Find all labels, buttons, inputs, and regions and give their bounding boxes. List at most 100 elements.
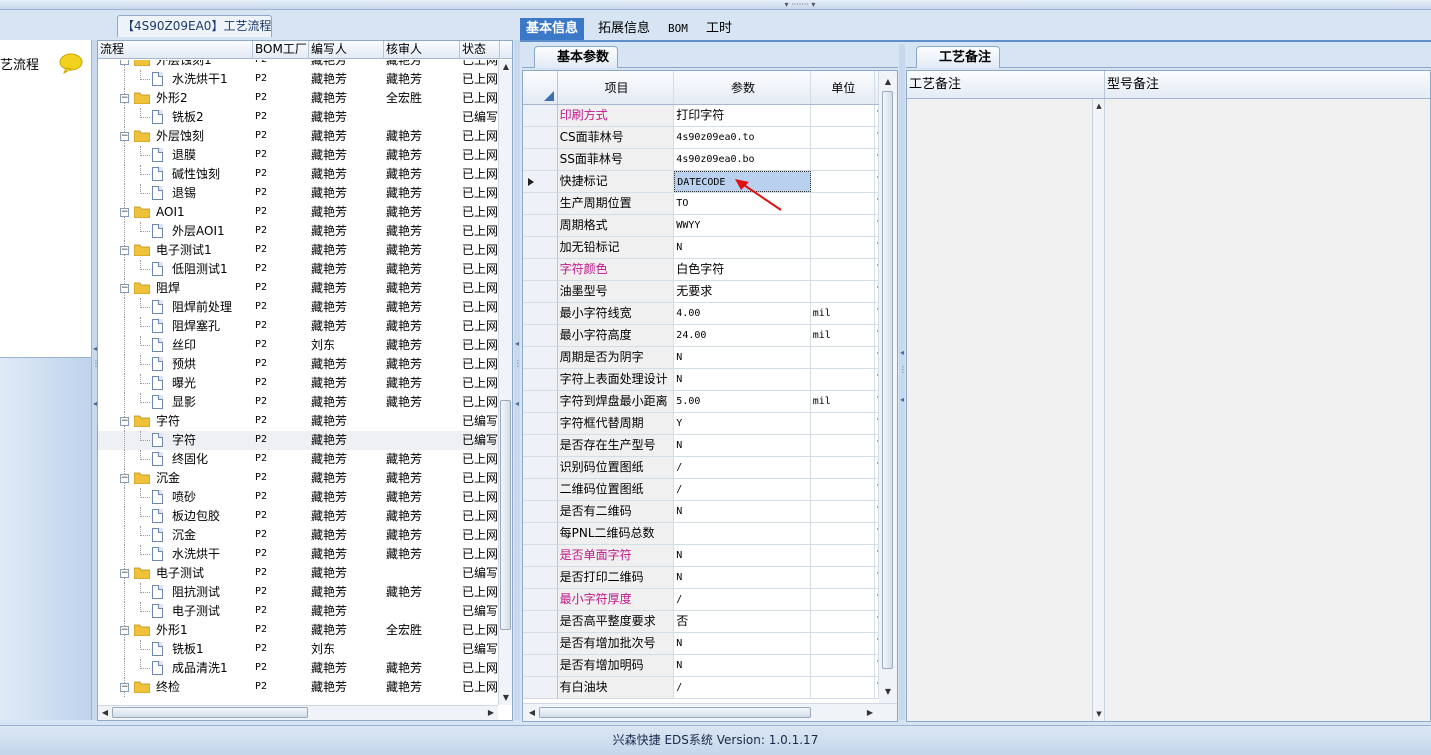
tree-node[interactable]: 铣板1 xyxy=(98,640,253,659)
param-value[interactable]: N xyxy=(674,567,811,588)
collapse-icon[interactable]: − xyxy=(120,626,129,635)
tree-horizontal-scrollbar[interactable]: ◀ ▶ xyxy=(98,705,498,720)
tree-node[interactable]: 电子测试 xyxy=(98,602,253,621)
tree-node[interactable]: 成品清洗1 xyxy=(98,659,253,678)
tree-row[interactable]: −外层蚀刻1P2藏艳芳藏艳芳已上网 xyxy=(98,60,498,70)
tab-basic-info[interactable]: 基本信息 xyxy=(520,18,585,40)
param-row[interactable]: 二维码位置图纸/Y xyxy=(523,479,879,501)
param-row[interactable]: 油墨型号无要求Y xyxy=(523,281,879,303)
param-value[interactable]: 4s90z09ea0.bo xyxy=(674,149,811,170)
tree-node[interactable]: − 沉金 xyxy=(98,469,253,488)
param-row[interactable]: 字符框代替周期YY xyxy=(523,413,879,435)
splitter-grip-icon[interactable]: ▾ ‧‧‧‧‧‧‧ ▾ xyxy=(770,1,830,9)
tree-node[interactable]: − 电子测试 xyxy=(98,564,253,583)
tree-row[interactable]: − 字符 P2 藏艳芳 已编写 xyxy=(98,412,498,431)
row-indicator[interactable] xyxy=(523,655,558,676)
tree-node[interactable]: − 终检 xyxy=(98,678,253,697)
param-value[interactable]: 5.00 xyxy=(674,391,811,412)
param-row[interactable]: 是否存在生产型号NY xyxy=(523,435,879,457)
tree-row[interactable]: − 电子测试1 P2 藏艳芳 藏艳芳 已上网 xyxy=(98,241,498,260)
middle-splitter[interactable]: ◂ ⋮ ◂ xyxy=(514,40,522,720)
tree-node[interactable]: 显影 xyxy=(98,393,253,412)
row-indicator[interactable] xyxy=(523,435,558,456)
tree-row[interactable]: − AOI1 P2 藏艳芳 藏艳芳 已上网 xyxy=(98,203,498,222)
tree-node[interactable]: 水洗烘干1 xyxy=(98,70,253,89)
param-value[interactable]: N xyxy=(674,655,811,676)
param-horizontal-scrollbar[interactable]: ◀ ▶ xyxy=(523,703,897,721)
row-indicator[interactable] xyxy=(523,149,558,170)
tree-row[interactable]: 喷砂 P2 藏艳芳 藏艳芳 已上网 xyxy=(98,488,498,507)
col-header-process-notes[interactable]: 工艺备注 xyxy=(907,71,1105,98)
process-notes-area[interactable] xyxy=(907,99,1093,721)
param-row[interactable]: 是否单面字符NY xyxy=(523,545,879,567)
param-value[interactable]: N xyxy=(674,369,811,390)
model-notes-area[interactable] xyxy=(1105,99,1430,721)
param-row[interactable]: 是否有二维码NY xyxy=(523,501,879,523)
param-row[interactable]: 字符颜色白色字符Y xyxy=(523,259,879,281)
tree-node[interactable]: 丝印 xyxy=(98,336,253,355)
row-indicator[interactable] xyxy=(523,127,558,148)
tree-node[interactable]: − 电子测试1 xyxy=(98,241,253,260)
row-indicator[interactable] xyxy=(523,479,558,500)
collapse-icon[interactable]: − xyxy=(120,60,129,65)
param-row[interactable]: 是否打印二维码NY xyxy=(523,567,879,589)
param-row[interactable]: 加无铅标记NY xyxy=(523,237,879,259)
tree-node[interactable]: 外层AOI1 xyxy=(98,222,253,241)
param-row[interactable]: 快捷标记DATECODEY xyxy=(523,171,879,193)
tree-node[interactable]: − 字符 xyxy=(98,412,253,431)
param-value[interactable]: WWYY xyxy=(674,215,811,236)
scroll-down-icon[interactable]: ▼ xyxy=(499,691,512,705)
tab-work-hours[interactable]: 工时 xyxy=(700,18,738,40)
frame-title-tab[interactable]: 【4S90Z09EA0】工艺流程 xyxy=(117,15,272,37)
scroll-right-icon[interactable]: ▶ xyxy=(484,706,498,720)
tab-process-notes[interactable]: 工艺备注 xyxy=(916,46,1001,68)
tree-row[interactable]: − 外形1 P2 藏艳芳 全宏胜 已上网 xyxy=(98,621,498,640)
scroll-left-icon[interactable]: ◀ xyxy=(525,706,539,720)
tree-vertical-scrollbar[interactable]: ▲ ▼ xyxy=(498,60,512,705)
tree-row[interactable]: − 沉金 P2 藏艳芳 藏艳芳 已上网 xyxy=(98,469,498,488)
tree-row[interactable]: − 终检 P2 藏艳芳 藏艳芳 已上网 xyxy=(98,678,498,697)
param-row[interactable]: 识别码位置图纸/Y xyxy=(523,457,879,479)
row-indicator[interactable] xyxy=(523,347,558,368)
tree-row[interactable]: 低阻测试1 P2 藏艳芳 藏艳芳 已上网 xyxy=(98,260,498,279)
tree-node[interactable]: 阻抗测试 xyxy=(98,583,253,602)
tree-node[interactable]: 阻焊塞孔 xyxy=(98,317,253,336)
tree-row[interactable]: 成品清洗1 P2 藏艳芳 藏艳芳 已上网 xyxy=(98,659,498,678)
tree-row[interactable]: 丝印 P2 刘东 藏艳芳 已上网 xyxy=(98,336,498,355)
tree-row[interactable]: 沉金 P2 藏艳芳 藏艳芳 已上网 xyxy=(98,526,498,545)
tree-node[interactable]: 退膜 xyxy=(98,146,253,165)
param-value[interactable] xyxy=(674,523,811,544)
col-header-unit[interactable]: 单位 xyxy=(811,71,876,104)
param-value[interactable]: 无要求 xyxy=(674,281,811,302)
param-value[interactable]: 打印字符 xyxy=(674,105,811,126)
tree-node[interactable]: 低阻测试1 xyxy=(98,260,253,279)
param-row[interactable]: 每PNL二维码总数Y xyxy=(523,523,879,545)
param-row[interactable]: 最小字符高度24.00milY xyxy=(523,325,879,347)
row-indicator[interactable] xyxy=(523,501,558,522)
row-indicator[interactable] xyxy=(523,545,558,566)
col-header-reviewer[interactable]: 核审人 xyxy=(384,41,460,59)
collapse-icon[interactable]: − xyxy=(120,208,129,217)
tree-node[interactable]: 预烘 xyxy=(98,355,253,374)
param-value[interactable]: 否 xyxy=(674,611,811,632)
tree-row[interactable]: 电子测试 P2 藏艳芳 已编写 xyxy=(98,602,498,621)
param-value[interactable]: N xyxy=(674,435,811,456)
col-header-bom[interactable]: BOM工厂 xyxy=(253,41,309,59)
collapse-icon[interactable]: − xyxy=(120,474,129,483)
scroll-up-icon[interactable]: ▲ xyxy=(881,75,895,89)
tree-row[interactable]: 阻焊前处理 P2 藏艳芳 藏艳芳 已上网 xyxy=(98,298,498,317)
right-splitter[interactable]: ◂ ⋮ ◂ xyxy=(899,44,907,720)
collapse-icon[interactable]: − xyxy=(120,683,129,692)
tree-node[interactable]: 终固化 xyxy=(98,450,253,469)
scroll-up-icon[interactable]: ▲ xyxy=(1092,99,1106,113)
tree-row[interactable]: 显影 P2 藏艳芳 藏艳芳 已上网 xyxy=(98,393,498,412)
row-indicator[interactable] xyxy=(523,303,558,324)
tree-node[interactable]: 退锡 xyxy=(98,184,253,203)
param-row[interactable]: 字符上表面处理设计NY xyxy=(523,369,879,391)
tree-node[interactable]: 字符 xyxy=(98,431,253,450)
tree-node[interactable]: − 外形2 xyxy=(98,89,253,108)
param-row[interactable]: 最小字符厚度/Y xyxy=(523,589,879,611)
scroll-left-icon[interactable]: ◀ xyxy=(98,706,112,720)
scroll-thumb[interactable] xyxy=(539,707,811,718)
param-row[interactable]: SS面菲林号4s90z09ea0.boY xyxy=(523,149,879,171)
